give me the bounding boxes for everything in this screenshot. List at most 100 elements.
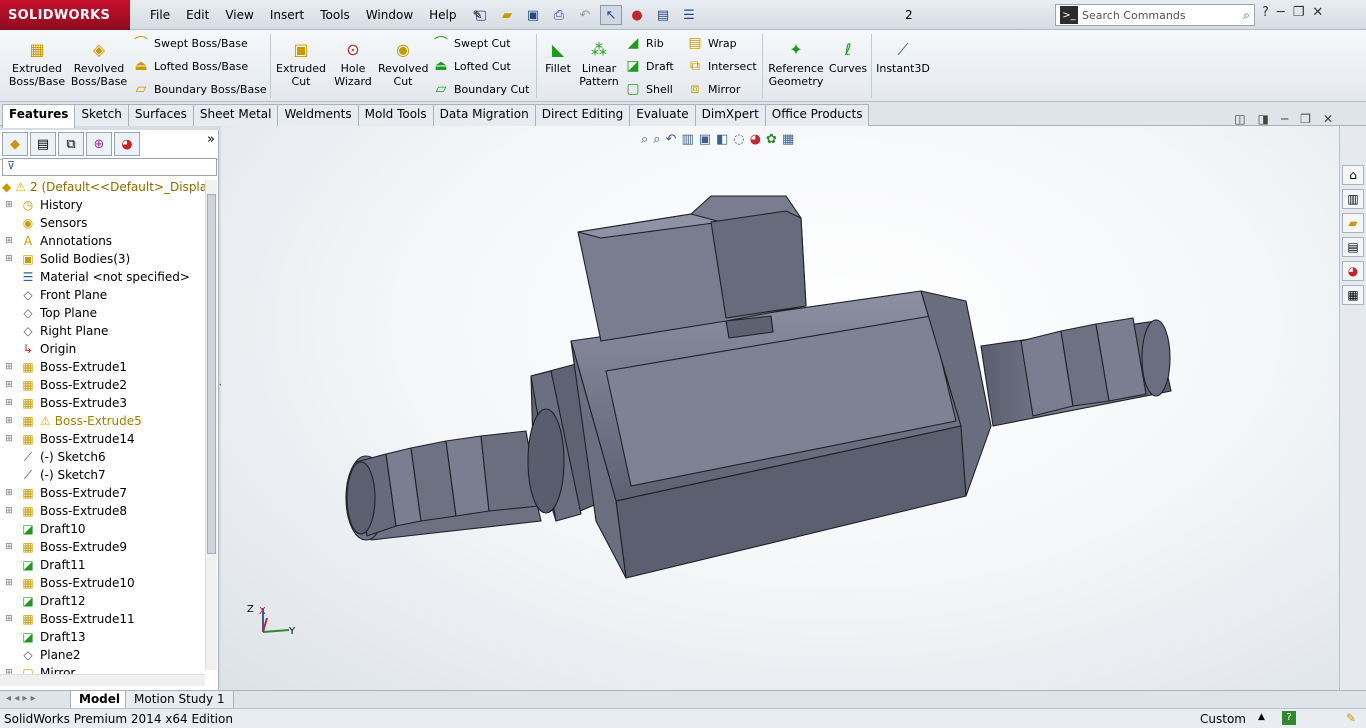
tab-features[interactable]: Features bbox=[2, 104, 76, 128]
lofted-cut-button[interactable]: ⏏ Lofted Cut bbox=[432, 56, 511, 76]
restore-window-button[interactable]: ❐ bbox=[1293, 5, 1305, 20]
print-icon[interactable]: ⎙ bbox=[548, 5, 570, 25]
boundary-boss-button[interactable]: ▱ Boundary Boss/Base bbox=[132, 79, 267, 99]
expand-toggle-icon[interactable]: ⊞ bbox=[4, 380, 14, 390]
shell-button[interactable]: ▢ Shell bbox=[624, 79, 672, 99]
new-document-icon[interactable]: ▢ bbox=[470, 5, 492, 25]
file-explorer-icon[interactable]: ▰ bbox=[1342, 213, 1364, 233]
file-properties-icon[interactable]: ▤ bbox=[652, 5, 674, 25]
save-icon[interactable]: ▣ bbox=[522, 5, 544, 25]
tree-filter[interactable]: ⊽ bbox=[2, 158, 217, 176]
tree-item[interactable]: ◪ Draft10 bbox=[0, 520, 205, 538]
expand-toggle-icon[interactable]: ⊞ bbox=[4, 488, 14, 498]
property-manager-tab-icon[interactable]: ▤ bbox=[30, 132, 56, 156]
swept-cut-button[interactable]: ⌒ Swept Cut bbox=[432, 33, 511, 53]
boundary-cut-button[interactable]: ▱ Boundary Cut bbox=[432, 79, 530, 99]
tree-item[interactable]: ⊞ A Annotations bbox=[0, 232, 205, 250]
tree-item[interactable]: ◇ Top Plane bbox=[0, 304, 205, 322]
tree-item[interactable]: ◪ Draft11 bbox=[0, 556, 205, 574]
units-text[interactable]: Custom bbox=[1200, 712, 1246, 726]
tree-item[interactable]: ☰ Material <not specified> bbox=[0, 268, 205, 286]
tree-item[interactable]: ⊞ ▦ Boss-Extrude3 bbox=[0, 394, 205, 412]
tree-item[interactable]: ⊞ ▢ Mirror bbox=[0, 664, 205, 674]
viewport-restore-button[interactable]: ❐ bbox=[1300, 112, 1311, 126]
search-commands[interactable]: >_ Search Commands ⌕ bbox=[1055, 4, 1255, 26]
tree-item[interactable]: ⊞ ▦ Boss-Extrude11 bbox=[0, 610, 205, 628]
tree-item[interactable]: ⊞ ▣ Solid Bodies(3) bbox=[0, 250, 205, 268]
menu-edit[interactable]: Edit bbox=[178, 0, 217, 30]
expand-toggle-icon[interactable]: ⊞ bbox=[4, 398, 14, 408]
expand-toggle-icon[interactable]: ⊞ bbox=[4, 254, 14, 264]
tree-item[interactable]: ⊞ ▦ Boss-Extrude14 bbox=[0, 430, 205, 448]
tab-office-products[interactable]: Office Products bbox=[764, 104, 870, 126]
tree-item[interactable]: ◇ Plane2 bbox=[0, 646, 205, 664]
tree-item[interactable]: ⟋ (-) Sketch6 bbox=[0, 448, 205, 466]
custom-properties-icon[interactable]: ▦ bbox=[1342, 285, 1364, 305]
menu-file[interactable]: File bbox=[142, 0, 178, 30]
search-icon[interactable]: ⌕ bbox=[1243, 8, 1250, 23]
revolved-cut-button[interactable]: ◉ Revolved Cut bbox=[378, 38, 428, 88]
tab-sketch[interactable]: Sketch bbox=[74, 104, 129, 126]
scrollbar-thumb[interactable] bbox=[207, 194, 216, 554]
units-dropdown-icon[interactable]: ▲ bbox=[1258, 712, 1265, 722]
open-folder-icon[interactable]: ▰ bbox=[496, 5, 518, 25]
expand-toggle-icon[interactable]: ⊞ bbox=[4, 614, 14, 624]
tree-item[interactable]: ◇ Front Plane bbox=[0, 286, 205, 304]
expand-toggle-icon[interactable]: ⊞ bbox=[4, 542, 14, 552]
select-arrow-icon[interactable]: ↖ bbox=[600, 5, 622, 25]
rib-button[interactable]: ◢ Rib bbox=[624, 33, 664, 53]
tab-sheet-metal[interactable]: Sheet Metal bbox=[192, 104, 279, 126]
tab-motion-study[interactable]: Motion Study 1 bbox=[125, 691, 234, 709]
menu-insert[interactable]: Insert bbox=[262, 0, 312, 30]
tree-item[interactable]: ◇ Right Plane bbox=[0, 322, 205, 340]
fillet-button[interactable]: ◣ Fillet bbox=[540, 38, 576, 75]
tree-item[interactable]: ◪ Draft13 bbox=[0, 628, 205, 646]
tree-item[interactable]: ↳ Origin bbox=[0, 340, 205, 358]
lofted-boss-button[interactable]: ⏏ Lofted Boss/Base bbox=[132, 56, 248, 76]
viewport-split-icon[interactable]: ◫ bbox=[1234, 112, 1245, 126]
tab-surfaces[interactable]: Surfaces bbox=[127, 104, 194, 126]
ball-valve-model[interactable] bbox=[221, 126, 1339, 690]
display-manager-tab-icon[interactable]: ◕ bbox=[114, 132, 140, 156]
tree-vertical-scrollbar[interactable] bbox=[205, 180, 217, 670]
menu-window[interactable]: Window bbox=[358, 0, 421, 30]
graphics-area[interactable]: ⌕ ⌕ ↶ ▥ ▣ ◧ ◌ ◕ ✿ ▦ ◫ ◨ ─ ❐ ✕ Z X Y bbox=[221, 112, 1339, 690]
solidworks-logo[interactable]: SOLIDWORKS bbox=[0, 0, 130, 30]
tree-item[interactable]: ⊞ ◷ History bbox=[0, 196, 205, 214]
mirror-button[interactable]: ⧈ Mirror bbox=[686, 79, 741, 99]
search-input[interactable]: Search Commands bbox=[1082, 9, 1243, 22]
tab-scroll-arrows-icon[interactable]: ◂ ◂ ▸ ▸ bbox=[6, 693, 36, 704]
solidworks-resources-icon[interactable]: ⌂ bbox=[1342, 165, 1364, 185]
extruded-cut-button[interactable]: ▣ Extruded Cut bbox=[276, 38, 326, 88]
tree-item[interactable]: ⊞ ▦ Boss-Extrude2 bbox=[0, 376, 205, 394]
expand-toggle-icon[interactable]: ⊞ bbox=[4, 416, 14, 426]
expand-toggle-icon[interactable]: ⊞ bbox=[4, 506, 14, 516]
options-icon[interactable]: ☰ bbox=[678, 5, 700, 25]
viewport-minimize-button[interactable]: ─ bbox=[1281, 112, 1288, 126]
tree-item[interactable]: ⊞ ▦ Boss-Extrude7 bbox=[0, 484, 205, 502]
hole-wizard-button[interactable]: ⊙ Hole Wizard bbox=[330, 38, 376, 88]
tree-item[interactable]: ⊞ ▦ ⚠ Boss-Extrude5 bbox=[0, 412, 205, 430]
menu-view[interactable]: View bbox=[217, 0, 261, 30]
tree-item[interactable]: ⊞ ▦ Boss-Extrude8 bbox=[0, 502, 205, 520]
tab-evaluate[interactable]: Evaluate bbox=[629, 104, 696, 126]
linear-pattern-button[interactable]: ⁂ Linear Pattern bbox=[578, 38, 620, 88]
revolved-boss-button[interactable]: ◈ Revolved Boss/Base bbox=[70, 38, 128, 88]
tree-horizontal-scrollbar[interactable] bbox=[0, 674, 205, 686]
intersect-button[interactable]: ⧉ Intersect bbox=[686, 56, 757, 76]
appearances-icon[interactable]: ◕ bbox=[1342, 261, 1364, 281]
expand-toggle-icon[interactable]: ⊞ bbox=[4, 200, 14, 210]
help-status-icon[interactable]: ? bbox=[1282, 711, 1296, 725]
viewport-close-button[interactable]: ✕ bbox=[1323, 112, 1333, 126]
tree-root[interactable]: ◆ ⚠ 2 (Default<<Default>_Display S bbox=[0, 178, 205, 196]
curves-button[interactable]: ℓ Curves bbox=[828, 38, 868, 75]
expand-toggle-icon[interactable]: ⊞ bbox=[4, 434, 14, 444]
viewport-split2-icon[interactable]: ◨ bbox=[1258, 112, 1269, 126]
tab-mold-tools[interactable]: Mold Tools bbox=[357, 104, 434, 126]
extruded-boss-button[interactable]: ▦ Extruded Boss/Base bbox=[6, 38, 68, 88]
tab-dimxpert[interactable]: DimXpert bbox=[694, 104, 766, 126]
feature-manager-tab-icon[interactable]: ◆ bbox=[2, 132, 28, 156]
tree-item[interactable]: ⊞ ▦ Boss-Extrude10 bbox=[0, 574, 205, 592]
tree-item[interactable]: ⊞ ▦ Boss-Extrude9 bbox=[0, 538, 205, 556]
menu-help[interactable]: Help bbox=[421, 0, 464, 30]
